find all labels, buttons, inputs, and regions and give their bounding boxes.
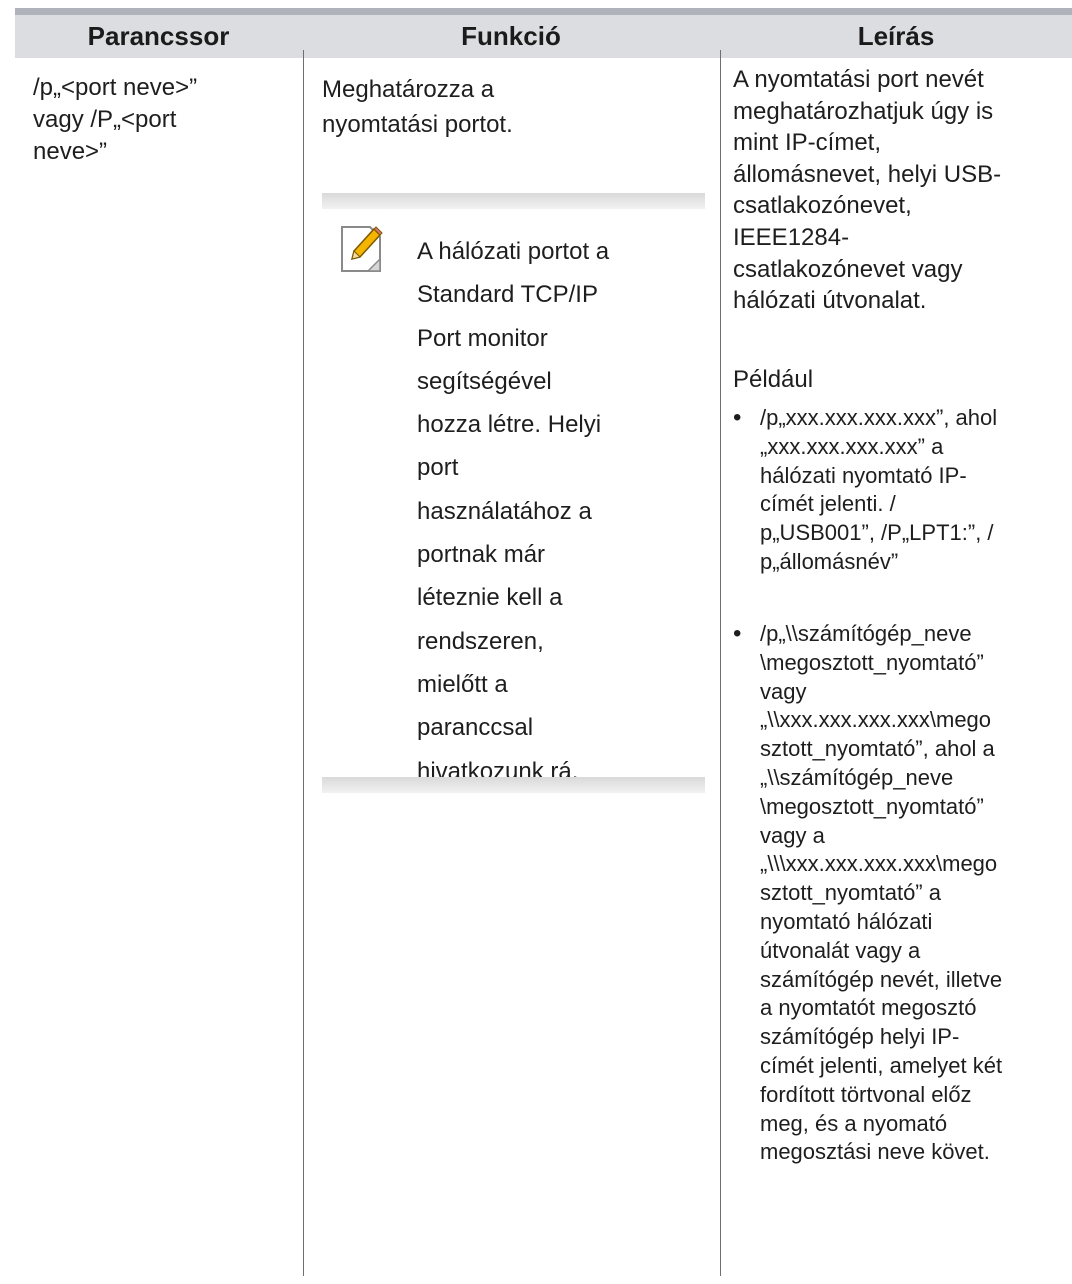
note-text: A hálózati portot a Standard TCP/IP Port… bbox=[417, 238, 610, 785]
note-top-bar bbox=[322, 193, 705, 209]
command-cell: /p„<port neve>” vagy /P„<port neve>” bbox=[33, 74, 198, 165]
function-cell: Meghatározza a nyomtatási portot. bbox=[322, 76, 513, 138]
bullet-dot: • bbox=[733, 404, 742, 431]
bullet-text: /p„xxx.xxx.xxx.xxx”, ahol „xxx.xxx.xxx.x… bbox=[760, 405, 998, 574]
table-header-row: Parancssor Funkció Leírás bbox=[15, 15, 1072, 58]
bullet-dot: • bbox=[733, 620, 742, 647]
header-command: Parancssor bbox=[87, 21, 230, 51]
description-cell: A nyomtatási port nevét meghatározhatjuk… bbox=[733, 66, 1002, 315]
header-description: Leírás bbox=[857, 21, 935, 51]
column-divider-2 bbox=[720, 50, 721, 1276]
example-label: Például bbox=[733, 366, 814, 393]
note-pencil-icon bbox=[338, 223, 384, 275]
note-bottom-bar bbox=[322, 777, 705, 793]
column-divider-1 bbox=[303, 50, 304, 1276]
note-box: A hálózati portot a Standard TCP/IP Port… bbox=[322, 193, 705, 793]
header-function: Funkció bbox=[461, 21, 561, 51]
bullet-text: /p„\\számítógép_neve \megosztott_nyomtat… bbox=[760, 621, 1003, 1165]
